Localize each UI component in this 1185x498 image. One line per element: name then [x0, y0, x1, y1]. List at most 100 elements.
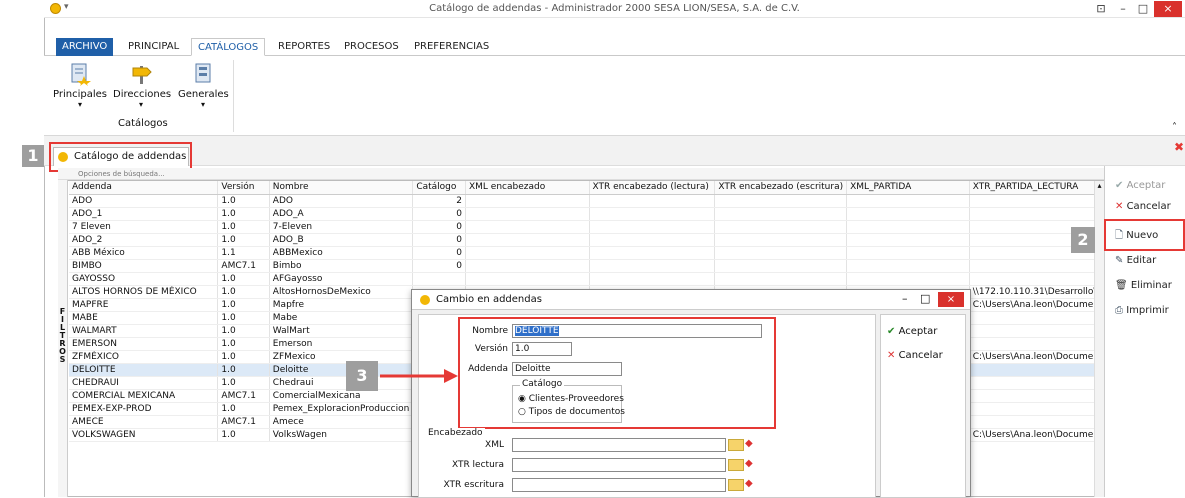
table-cell[interactable]: ADO_A: [269, 207, 414, 221]
dialog-maximize-button[interactable]: □: [920, 292, 930, 305]
table-cell[interactable]: ADO_B: [269, 233, 414, 247]
table-cell[interactable]: 0: [412, 207, 466, 221]
col-header[interactable]: Versión: [217, 181, 270, 195]
table-cell[interactable]: [714, 246, 848, 260]
table-cell[interactable]: Bimbo: [269, 259, 414, 273]
xtr-escritura-browse-icon[interactable]: [728, 479, 744, 491]
table-row[interactable]: ADO_1 1.0 ADO_A 0: [69, 207, 1103, 221]
table-cell[interactable]: BIMBO: [69, 259, 219, 273]
table-cell[interactable]: [412, 272, 466, 286]
table-cell[interactable]: Mapfre: [269, 298, 414, 312]
table-cell[interactable]: DELOITTE: [69, 363, 219, 377]
table-cell[interactable]: [969, 363, 1103, 377]
table-cell[interactable]: 1.0: [217, 194, 270, 208]
table-cell[interactable]: 1.0: [217, 207, 270, 221]
table-cell[interactable]: [465, 233, 590, 247]
table-cell[interactable]: C:\Users\Ana.leon\Documen: [969, 298, 1103, 312]
table-cell[interactable]: 1.0: [217, 298, 270, 312]
table-cell[interactable]: [465, 194, 590, 208]
table-cell[interactable]: [846, 272, 970, 286]
cancelar-action[interactable]: ✕ Cancelar: [1115, 201, 1171, 212]
col-header[interactable]: Catálogo: [412, 181, 466, 195]
table-cell[interactable]: [589, 194, 716, 208]
table-cell[interactable]: [846, 194, 970, 208]
table-cell[interactable]: [969, 389, 1103, 403]
col-header[interactable]: XML encabezado: [465, 181, 590, 195]
table-cell[interactable]: [846, 233, 970, 247]
col-header[interactable]: Nombre: [269, 181, 414, 195]
tab-reportes[interactable]: REPORTES: [272, 38, 336, 56]
table-cell[interactable]: [589, 207, 716, 221]
table-cell[interactable]: 0: [412, 259, 466, 273]
table-cell[interactable]: [589, 246, 716, 260]
table-cell[interactable]: 1.0: [217, 337, 270, 351]
table-cell[interactable]: [589, 233, 716, 247]
table-cell[interactable]: [846, 246, 970, 260]
table-cell[interactable]: Amece: [269, 415, 414, 429]
table-cell[interactable]: [846, 259, 970, 273]
table-row[interactable]: ABB México 1.1 ABBMexico 0: [69, 246, 1103, 260]
table-cell[interactable]: [465, 207, 590, 221]
table-cell[interactable]: 0: [412, 246, 466, 260]
table-cell[interactable]: AMC7.1: [217, 389, 270, 403]
quick-access-dropdown-icon[interactable]: ▾: [64, 2, 69, 12]
table-cell[interactable]: 1.0: [217, 272, 270, 286]
table-cell[interactable]: 1.0: [217, 350, 270, 364]
col-header[interactable]: XTR encabezado (lectura): [589, 181, 716, 195]
xtr-escritura-field[interactable]: [512, 478, 726, 492]
xtr-escritura-clear-icon[interactable]: ◆: [745, 478, 753, 489]
table-cell[interactable]: [969, 272, 1103, 286]
table-cell[interactable]: C:\Users\Ana.leon\Documen: [969, 350, 1103, 364]
close-button[interactable]: ×: [1154, 1, 1182, 17]
table-cell[interactable]: AMECE: [69, 415, 219, 429]
direcciones-button[interactable]: Direcciones ▾: [113, 62, 171, 109]
table-cell[interactable]: 1.0: [217, 428, 270, 442]
table-cell[interactable]: ADO_2: [69, 233, 219, 247]
table-cell[interactable]: 2: [412, 194, 466, 208]
xml-field[interactable]: [512, 438, 726, 452]
imprimir-action[interactable]: ⎙ Imprimir: [1115, 305, 1169, 316]
maximize-button[interactable]: □: [1132, 1, 1154, 17]
tab-archivo[interactable]: ARCHIVO: [56, 38, 114, 56]
table-cell[interactable]: \\172.10.110.31\Desarrollo\: [969, 285, 1103, 299]
table-cell[interactable]: 1.0: [217, 402, 270, 416]
table-row[interactable]: ADO_2 1.0 ADO_B 0: [69, 233, 1103, 247]
collapse-ribbon-icon[interactable]: ˄: [1172, 122, 1177, 133]
col-header[interactable]: XTR_PARTIDA_LECTURA: [969, 181, 1103, 195]
filtros-panel[interactable]: FILTROS: [58, 180, 68, 497]
xtr-lectura-clear-icon[interactable]: ◆: [745, 458, 753, 469]
pin-icon[interactable]: ⊡: [1090, 1, 1112, 17]
table-cell[interactable]: [969, 194, 1103, 208]
table-cell[interactable]: [589, 220, 716, 234]
table-cell[interactable]: MABE: [69, 311, 219, 325]
table-cell[interactable]: 1.0: [217, 220, 270, 234]
table-cell[interactable]: Emerson: [269, 337, 414, 351]
table-cell[interactable]: ADO_1: [69, 207, 219, 221]
table-cell[interactable]: Mabe: [269, 311, 414, 325]
table-row[interactable]: ADO 1.0 ADO 2: [69, 194, 1103, 208]
tab-preferencias[interactable]: PREFERENCIAS: [408, 38, 495, 56]
table-cell[interactable]: 0: [412, 220, 466, 234]
table-cell[interactable]: [969, 415, 1103, 429]
table-cell[interactable]: 1.0: [217, 363, 270, 377]
dialog-aceptar-button[interactable]: ✔ Aceptar: [887, 326, 937, 337]
eliminar-action[interactable]: 🗑 Eliminar: [1115, 280, 1172, 291]
table-cell[interactable]: 1.0: [217, 233, 270, 247]
table-cell[interactable]: PEMEX-EXP-PROD: [69, 402, 219, 416]
table-cell[interactable]: [714, 259, 848, 273]
table-cell[interactable]: [969, 207, 1103, 221]
col-header[interactable]: XTR encabezado (escritura): [714, 181, 848, 195]
table-cell[interactable]: [846, 220, 970, 234]
table-cell[interactable]: ZFMÉXICO: [69, 350, 219, 364]
grid-scrollbar[interactable]: ▴: [1094, 181, 1104, 497]
table-cell[interactable]: [465, 259, 590, 273]
table-cell[interactable]: [969, 337, 1103, 351]
table-cell[interactable]: 7 Eleven: [69, 220, 219, 234]
col-header[interactable]: Addenda: [69, 181, 219, 195]
editar-action[interactable]: ✎ Editar: [1115, 255, 1156, 266]
table-cell[interactable]: ComercialMexicana: [269, 389, 414, 403]
table-cell[interactable]: [846, 207, 970, 221]
xml-browse-icon[interactable]: [728, 439, 744, 451]
xml-clear-icon[interactable]: ◆: [745, 438, 753, 449]
table-row[interactable]: GAYOSSO 1.0 AFGayosso: [69, 272, 1103, 286]
